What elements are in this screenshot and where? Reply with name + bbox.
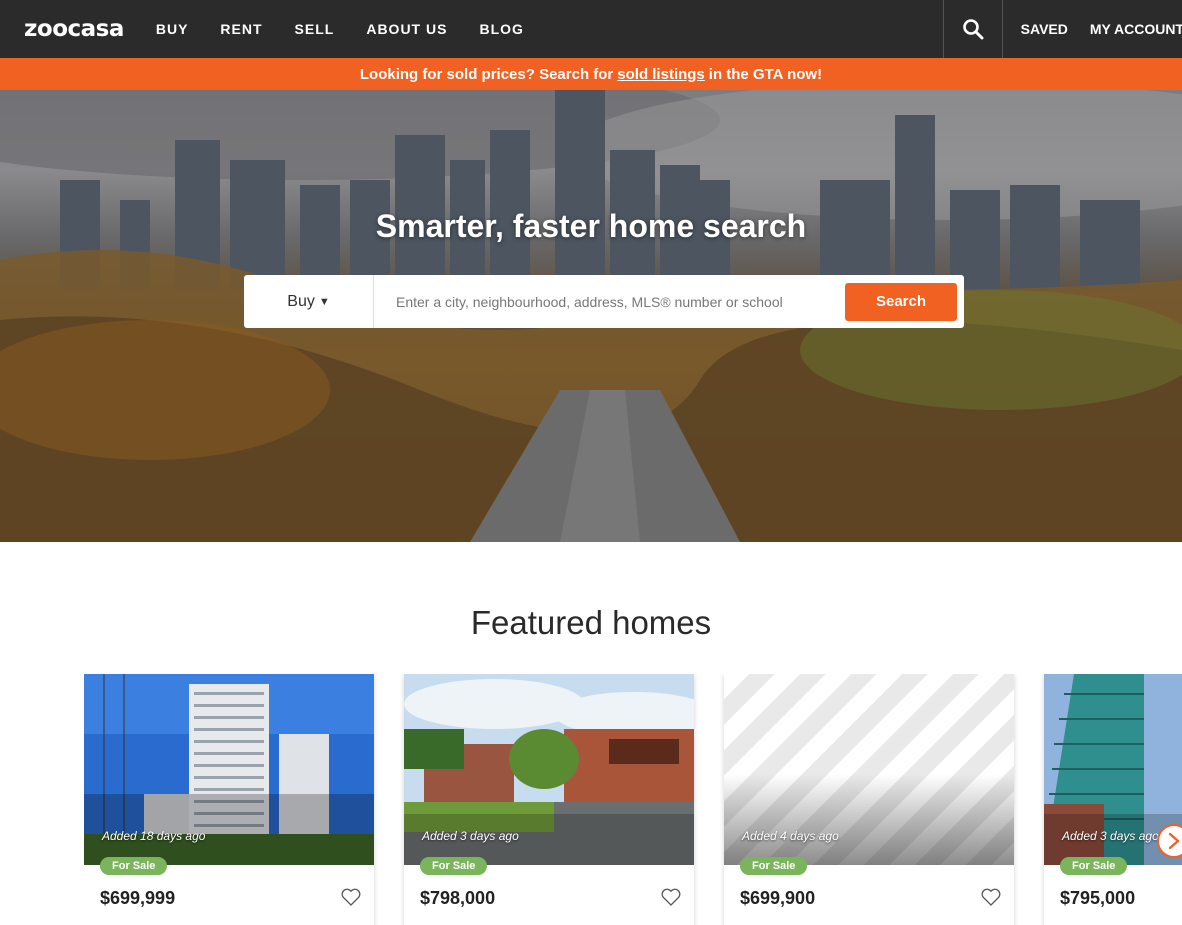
location-search-input[interactable] — [374, 275, 845, 328]
listing-price: $699,999 — [100, 888, 176, 908]
listing-card[interactable]: Added 18 days ago For Sale $699,999 — [84, 674, 374, 925]
nav-link-blog[interactable]: BLOG — [479, 21, 523, 37]
nav-links: BUY RENT SELL ABOUT US BLOG — [156, 0, 556, 58]
nav-search-button[interactable] — [942, 0, 1003, 58]
status-badge: For Sale — [420, 857, 488, 875]
hero: Smarter, faster home search Buy ▼ Search — [0, 90, 1182, 542]
listing-card[interactable]: Added 4 days ago For Sale $699,900 — [724, 674, 1014, 925]
heart-icon[interactable] — [661, 888, 681, 906]
status-badge: For Sale — [1060, 857, 1128, 875]
status-badge: For Sale — [100, 857, 168, 875]
status-badge: For Sale — [740, 857, 808, 875]
hero-title: Smarter, faster home search — [375, 208, 807, 244]
nav-link-buy[interactable]: BUY — [156, 21, 189, 37]
logo-text: zoocasa — [24, 16, 124, 42]
listing-price: $798,000 — [420, 888, 496, 908]
listing-photo-placeholder[interactable]: Added 4 days ago — [724, 674, 1014, 865]
listing-photo[interactable]: Added 18 days ago — [84, 674, 374, 865]
listing-added: Added 3 days ago — [1062, 829, 1159, 843]
listing-added: Added 4 days ago — [742, 829, 839, 843]
listing-price: $699,900 — [740, 888, 816, 908]
listing-card[interactable]: Added 3 days ago For Sale $798,000 — [404, 674, 694, 925]
featured-homes-title: Featured homes — [470, 604, 712, 641]
buy-mode-select[interactable]: Buy ▼ — [244, 275, 374, 328]
buy-mode-label: Buy — [287, 292, 315, 310]
photo-gradient — [724, 774, 1014, 865]
banner-suffix: in the GTA now! — [708, 65, 823, 83]
saved-link[interactable]: SAVED — [1021, 21, 1068, 37]
listing-card[interactable]: Added 3 days ago For Sale $795,000 — [1044, 674, 1182, 925]
chevron-right-icon — [1168, 832, 1180, 850]
promo-banner: Looking for sold prices? Search for sold… — [0, 58, 1182, 90]
search-icon — [962, 19, 984, 40]
sold-listings-link[interactable]: sold listings — [617, 66, 705, 83]
top-nav: zoocasa BUY RENT SELL ABOUT US BLOG SAVE… — [0, 0, 1182, 58]
caret-down-icon: ▼ — [318, 295, 330, 308]
listing-added: Added 3 days ago — [422, 829, 519, 843]
heart-icon[interactable] — [981, 888, 1001, 906]
search-bar: Buy ▼ Search — [244, 275, 964, 328]
my-account-link[interactable]: MY ACCOUNT — [1090, 21, 1182, 37]
nav-link-about-us[interactable]: ABOUT US — [366, 21, 447, 37]
heart-icon[interactable] — [341, 888, 361, 906]
search-button[interactable]: Search — [845, 282, 957, 321]
banner-prefix: Looking for sold prices? Search for — [359, 65, 614, 83]
featured-listings: Added 18 days ago For Sale $699,999 Adde… — [84, 674, 1182, 925]
logo[interactable]: zoocasa — [24, 0, 124, 58]
nav-link-sell[interactable]: SELL — [295, 21, 335, 37]
nav-link-rent[interactable]: RENT — [220, 21, 262, 37]
listing-price: $795,000 — [1060, 888, 1136, 908]
listing-photo[interactable]: Added 3 days ago — [404, 674, 694, 865]
nav-right: SAVED MY ACCOUNT — [942, 0, 1182, 58]
listing-added: Added 18 days ago — [102, 829, 206, 843]
